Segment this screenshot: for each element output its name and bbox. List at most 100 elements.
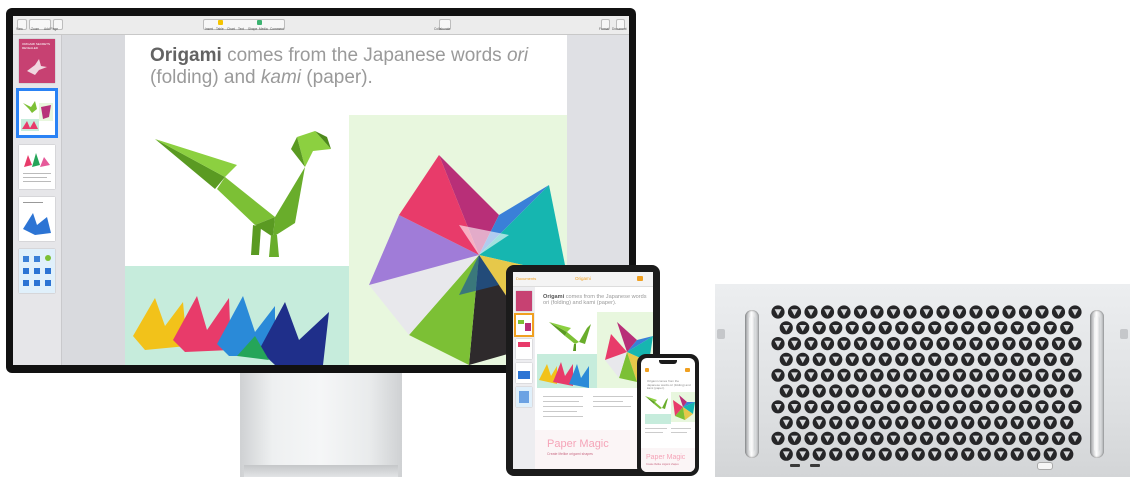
vent-hole (1060, 447, 1074, 461)
vent-hole (1018, 337, 1033, 351)
vent-hole (1051, 431, 1066, 445)
iphone-screen: Origami comes from the Japanese words or… (641, 358, 695, 472)
vent-hole (994, 384, 1008, 398)
vent-hole (837, 368, 851, 382)
vent-hole (919, 337, 934, 351)
vent-hole (895, 447, 909, 461)
vent-hole (837, 305, 851, 319)
text-line (645, 432, 663, 433)
thumb-art (518, 320, 524, 324)
ipad-thumbnail-1[interactable] (516, 291, 532, 311)
headline-text-3: (paper). (301, 67, 373, 88)
ipad-thumbnail-4[interactable] (516, 363, 532, 383)
thumbnail-page-5-art (23, 255, 51, 286)
vent-hole (829, 384, 843, 398)
ipad-format-icon[interactable] (637, 276, 643, 281)
iphone-paper-magic-subtitle: Create lifelike origami shapes (646, 463, 679, 466)
rack-handle-left[interactable] (745, 310, 759, 458)
vent-hole (853, 368, 868, 382)
vent-hole (787, 431, 802, 445)
document-label: Document (612, 27, 627, 31)
iphone-paper-magic-title: Paper Magic (646, 454, 686, 461)
vent-hole (969, 431, 983, 445)
rack-mount-tab-left (717, 329, 725, 339)
ipad-thumbnails (513, 287, 535, 469)
vent-hole (1060, 384, 1074, 398)
vent-hole (952, 400, 967, 414)
text-line (23, 181, 51, 182)
display-stand (240, 373, 402, 477)
thumbnail-page-5[interactable] (19, 249, 55, 293)
vent-hole (936, 337, 950, 351)
vent-hole (944, 384, 958, 398)
vent-hole (985, 305, 1000, 319)
vent-hole (919, 400, 934, 414)
text-line (593, 406, 631, 407)
vent-hole (870, 431, 884, 445)
text-line (543, 406, 583, 407)
view-label: View (16, 27, 23, 31)
vent-hole (787, 337, 802, 351)
ipad-thumbnail-5[interactable] (516, 387, 532, 407)
vent-hole (944, 447, 958, 461)
vent-hole (928, 321, 942, 335)
iphone-notch (659, 360, 677, 364)
thumb-art (519, 391, 529, 403)
text-line (543, 416, 583, 417)
vent-hole (1043, 447, 1057, 461)
iphone-format-icon[interactable] (685, 368, 690, 372)
page-headline[interactable]: Origami comes from the Japanese words or… (150, 45, 570, 89)
thumbnail-page-4[interactable] (19, 197, 55, 241)
vent-hole (1010, 447, 1024, 461)
ipad-documents-button[interactable]: Documents (516, 276, 536, 281)
vent-hole (886, 337, 901, 351)
document-page[interactable]: Origami comes from the Japanese words or… (125, 35, 567, 365)
vent-hole (862, 384, 876, 398)
headline-bold: Origami (150, 45, 222, 66)
thumbnail-page-2[interactable] (16, 88, 58, 138)
vent-hole (845, 447, 859, 461)
vent-hole (985, 368, 1000, 382)
vent-hole (812, 447, 826, 461)
usb-port-icon (790, 464, 800, 467)
vent-hole (796, 321, 810, 335)
vent-hole (944, 416, 958, 430)
vent-hole (903, 431, 917, 445)
vent-hole (796, 384, 810, 398)
vent-hole (1010, 384, 1024, 398)
vent-hole (1051, 305, 1066, 319)
vent-hole (928, 416, 942, 430)
text-line (23, 173, 51, 174)
vent-hole (928, 352, 942, 366)
vent-hole (944, 352, 958, 366)
vent-hole (1051, 337, 1066, 351)
vent-hole (853, 337, 868, 351)
text-line (593, 396, 633, 397)
vent-hole (779, 321, 793, 335)
vent-hole (919, 305, 934, 319)
vent-hole (812, 416, 826, 430)
power-button[interactable] (1037, 462, 1053, 470)
vent-hole (1043, 384, 1057, 398)
iphone-back-icon[interactable] (645, 368, 649, 372)
thumbnail-page-1[interactable]: ORIGAMI SECRETS REVEALED (19, 39, 55, 83)
rack-handle-right[interactable] (1090, 310, 1104, 458)
ipad-thumbnail-2[interactable] (514, 313, 534, 337)
vent-hole (1002, 431, 1016, 445)
vent-hole (862, 447, 876, 461)
display-stand-base (244, 465, 398, 477)
crane-icon (27, 59, 47, 75)
thumbnail-page-3[interactable] (19, 145, 55, 189)
vent-hole (837, 431, 851, 445)
headline-text-1: comes from the Japanese words (221, 45, 507, 66)
ipad-thumbnail-3[interactable] (516, 339, 532, 359)
collaborate-label: Collaborate (434, 27, 451, 31)
vent-hole (911, 321, 925, 335)
text-line (543, 411, 577, 412)
vent-hole (1018, 431, 1033, 445)
vent-hole (870, 368, 884, 382)
vent-hole (994, 352, 1008, 366)
vent-hole (870, 305, 884, 319)
vent-hole (936, 400, 950, 414)
thumb-art (518, 342, 530, 347)
